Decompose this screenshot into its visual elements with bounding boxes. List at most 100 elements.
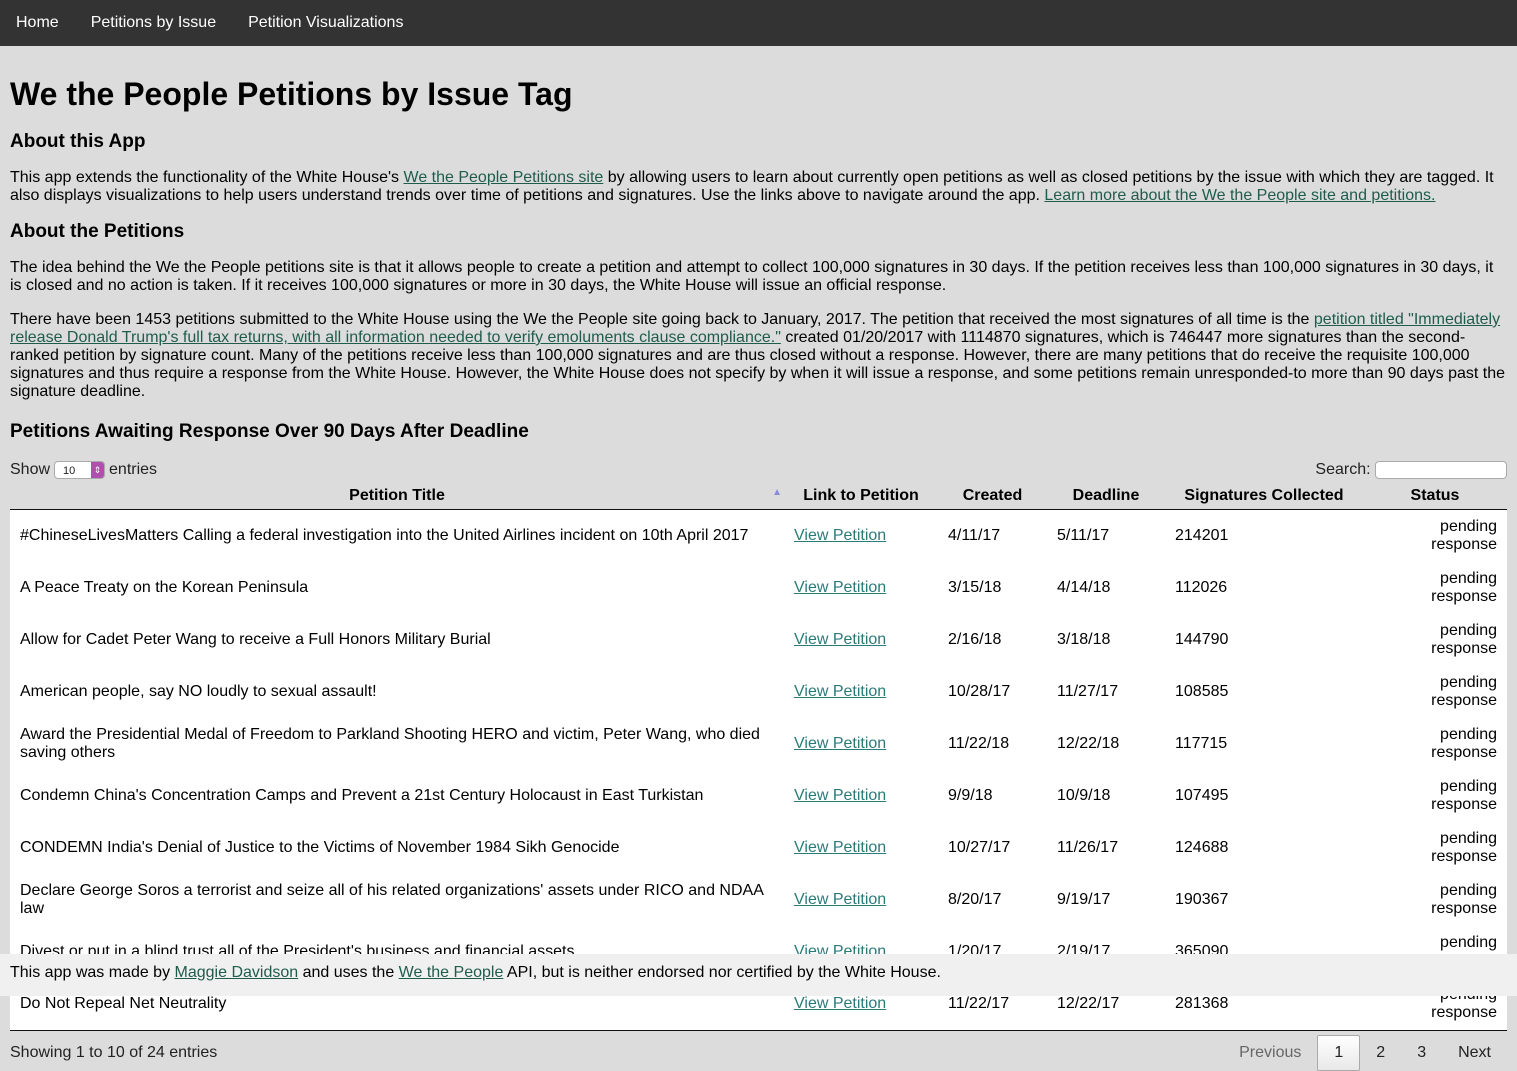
view-petition-link[interactable]: View Petition [794, 787, 886, 804]
cell-created: 9/9/18 [938, 769, 1047, 822]
text: This app was made by [10, 964, 175, 981]
search-input[interactable] [1375, 460, 1507, 479]
we-the-people-site-link[interactable]: We the People Petitions site [404, 169, 604, 186]
cell-title: Declare George Soros a terrorist and sei… [10, 873, 784, 926]
cell-link: View Petition [784, 665, 938, 718]
nav-home[interactable]: Home [16, 14, 59, 32]
cell-created: 10/28/17 [938, 665, 1047, 718]
page-3-button[interactable]: 3 [1401, 1036, 1442, 1070]
cell-deadline: 4/14/18 [1047, 561, 1165, 614]
cell-status: pending response [1363, 613, 1507, 666]
cell-created: 11/22/18 [938, 717, 1047, 770]
search-box: Search: [1315, 460, 1507, 479]
view-petition-link[interactable]: View Petition [794, 579, 886, 596]
page-2-button[interactable]: 2 [1360, 1036, 1401, 1070]
about-petitions-p2: There have been 1453 petitions submitted… [10, 311, 1507, 401]
col-deadline[interactable]: Deadline [1047, 483, 1165, 510]
cell-status: pending response [1363, 509, 1507, 562]
footer: This app was made by Maggie Davidson and… [0, 954, 1517, 996]
cell-link: View Petition [784, 769, 938, 822]
cell-created: 4/11/17 [938, 509, 1047, 562]
cell-signatures: 112026 [1165, 561, 1363, 614]
text: There have been 1453 petitions submitted… [10, 311, 1314, 328]
cell-link: View Petition [784, 717, 938, 770]
cell-status: pending response [1363, 769, 1507, 822]
cell-status: pending response [1363, 821, 1507, 874]
col-petition-title[interactable]: Petition Title ▲ [10, 483, 784, 510]
cell-signatures: 214201 [1165, 509, 1363, 562]
cell-created: 10/27/17 [938, 821, 1047, 874]
top-nav: Home Petitions by Issue Petition Visuali… [0, 0, 1517, 46]
cell-title: American people, say NO loudly to sexual… [10, 665, 784, 718]
nav-petition-visualizations[interactable]: Petition Visualizations [248, 14, 403, 32]
view-petition-link[interactable]: View Petition [794, 683, 886, 700]
page-1-button[interactable]: 1 [1317, 1034, 1361, 1071]
cell-status: pending response [1363, 561, 1507, 614]
cell-title: Condemn China's Concentration Camps and … [10, 769, 784, 822]
cell-deadline: 5/11/17 [1047, 509, 1165, 562]
cell-signatures: 144790 [1165, 613, 1363, 666]
view-petition-link[interactable]: View Petition [794, 735, 886, 752]
cell-signatures: 108585 [1165, 665, 1363, 718]
cell-title: Allow for Cadet Peter Wang to receive a … [10, 613, 784, 666]
about-app-heading: About this App [10, 131, 146, 152]
cell-deadline: 11/27/17 [1047, 665, 1165, 718]
cell-status: pending response [1363, 873, 1507, 926]
cell-deadline: 3/18/18 [1047, 613, 1165, 666]
cell-deadline: 12/22/18 [1047, 717, 1165, 770]
view-petition-link[interactable]: View Petition [794, 891, 886, 908]
table-row: Declare George Soros a terrorist and sei… [10, 873, 1507, 926]
about-app-text: This app extends the functionality of th… [10, 169, 1507, 205]
col-status[interactable]: Status [1363, 483, 1507, 510]
table-info: Showing 1 to 10 of 24 entries [10, 1043, 218, 1061]
table-row: Condemn China's Concentration Camps and … [10, 769, 1507, 822]
cell-signatures: 190367 [1165, 873, 1363, 926]
cell-deadline: 10/9/18 [1047, 769, 1165, 822]
table-row: Allow for Cadet Peter Wang to receive a … [10, 613, 1507, 666]
cell-title: Award the Presidential Medal of Freedom … [10, 717, 784, 770]
pagination: Previous 1 2 3 Next [1223, 1034, 1507, 1071]
col-created[interactable]: Created [938, 483, 1047, 510]
entries-value: 10 [63, 464, 76, 477]
cell-link: View Petition [784, 821, 938, 874]
author-link[interactable]: Maggie Davidson [175, 964, 299, 981]
about-petitions-p1: The idea behind the We the People petiti… [10, 259, 1494, 294]
main-content: We the People Petitions by Issue Tag Abo… [0, 76, 1517, 1071]
cell-title: A Peace Treaty on the Korean Peninsula [10, 561, 784, 614]
cell-created: 2/16/18 [938, 613, 1047, 666]
api-link[interactable]: We the People [399, 964, 504, 981]
header-label: Petition Title [349, 486, 445, 504]
sort-asc-icon: ▲ [772, 487, 782, 498]
cell-title: CONDEMN India's Denial of Justice to the… [10, 821, 784, 874]
cell-link: View Petition [784, 613, 938, 666]
table-controls: Show 10 ⇕ entries Search: [10, 459, 1507, 481]
cell-link: View Petition [784, 509, 938, 562]
search-label: Search: [1315, 461, 1371, 479]
previous-button[interactable]: Previous [1223, 1036, 1317, 1070]
cell-deadline: 9/19/17 [1047, 873, 1165, 926]
col-link[interactable]: Link to Petition [784, 483, 938, 510]
entries-label: entries [109, 461, 158, 479]
text: This app extends the functionality of th… [10, 169, 404, 186]
table-footer: Showing 1 to 10 of 24 entries Previous 1… [10, 1034, 1507, 1071]
col-signatures[interactable]: Signatures Collected [1165, 483, 1363, 510]
petitions-table: Petition Title ▲ Link to Petition Created… [10, 483, 1507, 1031]
learn-more-link[interactable]: Learn more about the We the People site … [1044, 187, 1435, 204]
select-arrows-icon: ⇕ [91, 461, 105, 478]
view-petition-link[interactable]: View Petition [794, 995, 886, 1012]
view-petition-link[interactable]: View Petition [794, 631, 886, 648]
text: and uses the [298, 964, 399, 981]
nav-petitions-by-issue[interactable]: Petitions by Issue [91, 14, 216, 32]
entries-select[interactable]: 10 ⇕ [54, 460, 106, 479]
page-title: We the People Petitions by Issue Tag [10, 76, 573, 112]
show-label: Show [10, 461, 51, 479]
view-petition-link[interactable]: View Petition [794, 839, 886, 856]
entries-length: Show 10 ⇕ entries [10, 460, 158, 479]
cell-signatures: 107495 [1165, 769, 1363, 822]
text: API, but is neither endorsed nor certifi… [503, 964, 941, 981]
table-row: CONDEMN India's Denial of Justice to the… [10, 821, 1507, 874]
view-petition-link[interactable]: View Petition [794, 527, 886, 544]
next-button[interactable]: Next [1442, 1036, 1507, 1070]
table-row: A Peace Treaty on the Korean Peninsula Vi… [10, 561, 1507, 614]
cell-title: #ChineseLivesMatters Calling a federal i… [10, 509, 784, 562]
